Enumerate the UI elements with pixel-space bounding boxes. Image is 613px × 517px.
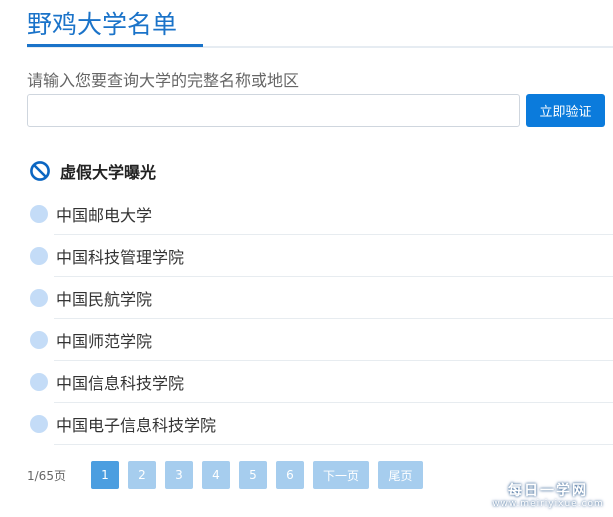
search-input[interactable] [27, 94, 520, 127]
title-underline [27, 44, 203, 47]
page: 野鸡大学名单 请输入您要查询大学的完整名称或地区 立即验证 虚假大学曝光 中国邮… [0, 0, 613, 517]
list-item[interactable]: 中国邮电大学 [30, 193, 613, 235]
section-title: 虚假大学曝光 [60, 163, 157, 182]
page-info: 1/65页 [27, 468, 66, 483]
bullet-dot-icon [30, 205, 48, 223]
list-item[interactable]: 中国信息科技学院 [30, 361, 613, 403]
bullet-dot-icon [30, 289, 48, 307]
search-label: 请输入您要查询大学的完整名称或地区 [27, 71, 300, 90]
verify-button[interactable]: 立即验证 [526, 94, 605, 127]
bullet-dot-icon [30, 247, 48, 265]
bullet-dot-icon [30, 415, 48, 433]
page-button-1[interactable]: 1 [90, 461, 119, 489]
pagination: 1/65页 1 2 3 4 5 6 下一页 尾页 [27, 461, 432, 489]
page-button-4[interactable]: 4 [201, 461, 230, 489]
page-button-3[interactable]: 3 [164, 461, 193, 489]
university-name: 中国邮电大学 [56, 206, 153, 225]
bullet-dot-icon [30, 373, 48, 391]
page-title: 野鸡大学名单 [27, 10, 178, 39]
page-button-6[interactable]: 6 [275, 461, 304, 489]
row-divider [54, 444, 613, 445]
university-name: 中国电子信息科技学院 [56, 416, 217, 435]
list-item[interactable]: 中国民航学院 [30, 277, 613, 319]
fake-university-section-header: 虚假大学曝光 [29, 158, 156, 184]
university-name: 中国科技管理学院 [56, 248, 185, 267]
watermark: 每日一学网 www.meiriyixue.com [489, 483, 607, 513]
next-page-button[interactable]: 下一页 [312, 461, 369, 489]
header: 野鸡大学名单 [0, 0, 613, 50]
page-button-2[interactable]: 2 [127, 461, 156, 489]
list-item[interactable]: 中国科技管理学院 [30, 235, 613, 277]
ban-icon [29, 160, 51, 182]
page-button-5[interactable]: 5 [238, 461, 267, 489]
last-page-button[interactable]: 尾页 [377, 461, 423, 489]
university-list: 中国邮电大学 中国科技管理学院 中国民航学院 中国师范学院 中国信息科技学院 中… [30, 193, 613, 445]
list-item[interactable]: 中国电子信息科技学院 [30, 403, 613, 445]
list-item[interactable]: 中国师范学院 [30, 319, 613, 361]
watermark-url: www.meiriyixue.com [492, 499, 604, 509]
bullet-dot-icon [30, 331, 48, 349]
university-name: 中国师范学院 [56, 332, 153, 351]
watermark-main: 每日一学网 [508, 483, 588, 499]
university-name: 中国信息科技学院 [56, 374, 185, 393]
university-name: 中国民航学院 [56, 290, 153, 309]
